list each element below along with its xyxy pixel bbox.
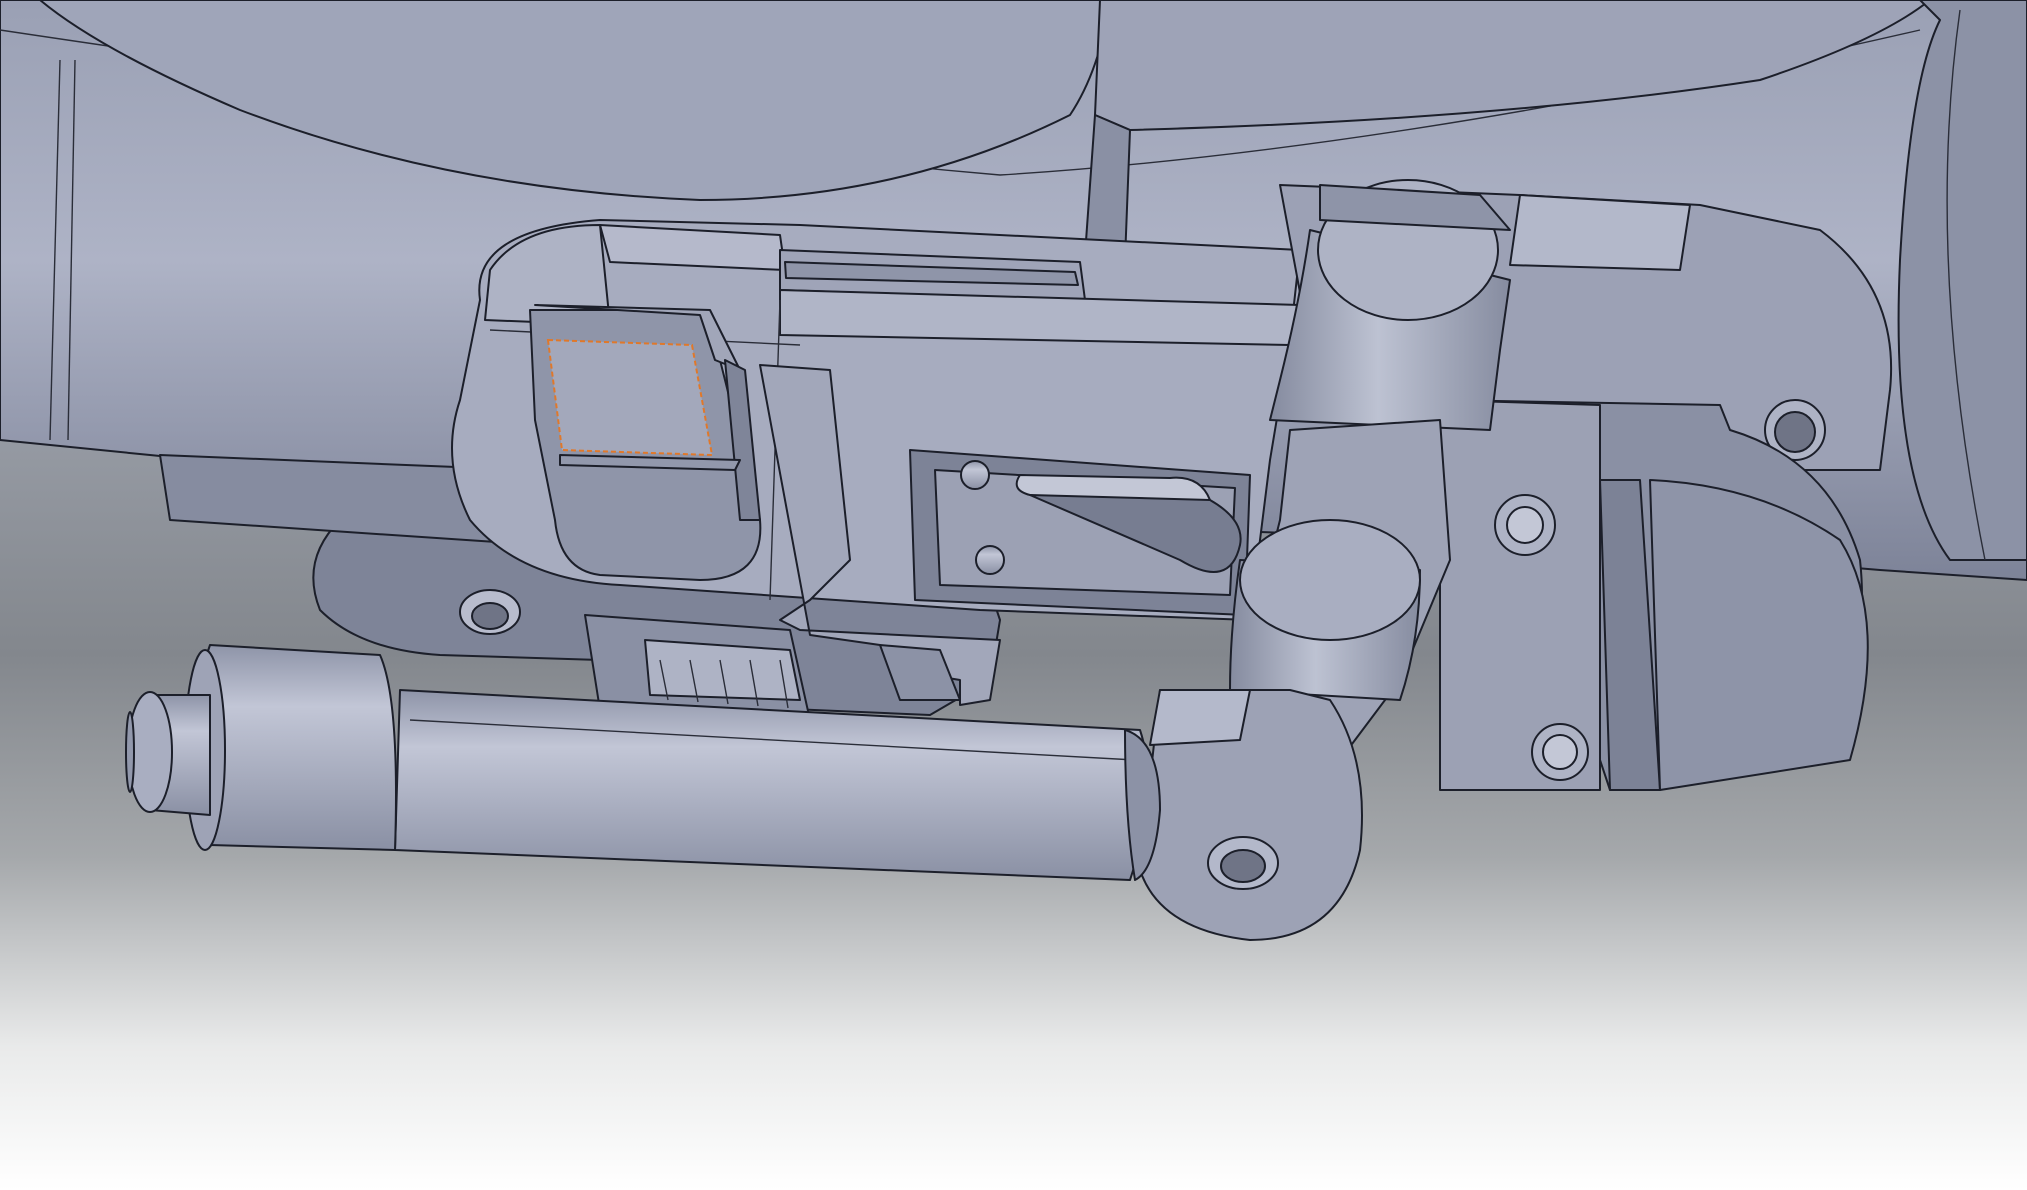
spring-rod[interactable] — [394, 689, 1149, 881]
bolt-hole-lower — [1531, 723, 1589, 781]
rivet-pin-lower — [975, 545, 1005, 575]
cad-graphics-viewport[interactable] — [0, 0, 2027, 1190]
bolt-hole-upper — [1494, 494, 1556, 556]
clevis-foot[interactable] — [1139, 689, 1363, 941]
cad-3d-model[interactable] — [0, 0, 2027, 1190]
rod-tip[interactable] — [125, 691, 211, 816]
grip-selected-face[interactable] — [546, 338, 714, 457]
pivot-post-lower[interactable] — [1229, 519, 1421, 701]
rod-end-collar[interactable] — [184, 644, 397, 851]
rivet-pin-upper — [960, 460, 990, 490]
